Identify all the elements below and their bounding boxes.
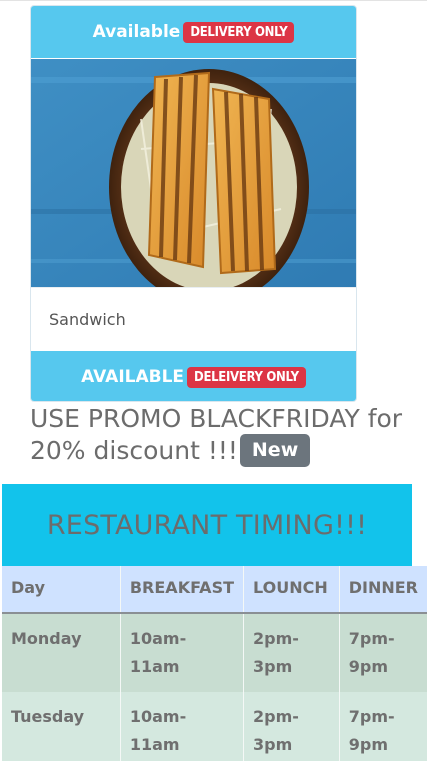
column-header: BREAKFAST (120, 566, 245, 614)
table-cell: 7pm-9pm (348, 629, 395, 676)
timing-title: RESTAURANT TIMING!!! (46, 509, 368, 541)
new-badge: New (239, 434, 311, 467)
table-cell: Tuesday (2, 692, 121, 761)
table-cell: 7pm-9pm (348, 707, 395, 754)
column-header: Day (2, 566, 121, 614)
column-header: LOUNCH (243, 566, 340, 614)
availability-bar-bottom: AVAILABLE DELEIVERY ONLY (31, 351, 356, 401)
promo-text: USE PROMO BLACKFRIDAY for 20% discount !… (30, 404, 410, 467)
table-header-row: Day BREAKFAST LOUNCH DINNER (2, 566, 427, 614)
table-cell: 2pm-3pm (243, 692, 340, 761)
availability-label: Available (92, 22, 181, 42)
timing-table: Day BREAKFAST LOUNCH DINNER Monday 10am-… (2, 566, 427, 761)
top-divider (0, 0, 427, 1)
table-row: Tuesday 10am-11am 2pm-3pm 7pm-9pm (2, 692, 427, 761)
item-name: Sandwich (49, 310, 126, 329)
sandwich-image (31, 59, 356, 287)
availability-label: AVAILABLE (81, 367, 185, 387)
menu-item-card: Available DELIVERY ONLY Sandwich AVAILAB… (30, 5, 357, 402)
table-cell: Monday (2, 613, 121, 692)
card-divider (31, 287, 356, 288)
table-cell: 10am-11am (120, 692, 245, 761)
table-row: Monday 10am-11am 2pm-3pm 7pm-9pm (2, 613, 427, 692)
promo-message: USE PROMO BLACKFRIDAY for 20% discount !… (30, 404, 403, 465)
delivery-badge: DELIVERY ONLY (183, 21, 295, 43)
restaurant-timing-banner: RESTAURANT TIMING!!! (2, 484, 412, 566)
delivery-badge: DELEIVERY ONLY (187, 366, 306, 388)
availability-bar-top: Available DELIVERY ONLY (31, 6, 356, 58)
table-cell: 10am-11am (120, 613, 245, 692)
column-header: DINNER (339, 566, 427, 614)
table-cell: 2pm-3pm (243, 613, 340, 692)
